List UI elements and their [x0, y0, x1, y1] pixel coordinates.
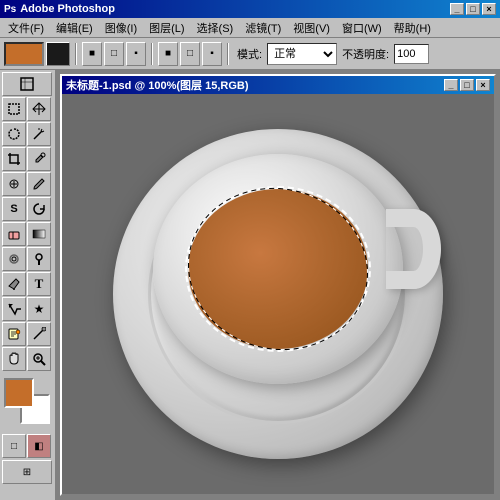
- tool-healing[interactable]: [2, 172, 26, 196]
- tool-measure[interactable]: [27, 322, 51, 346]
- doc-maximize-button[interactable]: □: [460, 79, 474, 91]
- mode-label: 模式:: [234, 46, 265, 62]
- toolbar-square6[interactable]: ▪: [202, 42, 222, 66]
- menu-filter[interactable]: 滤镜(T): [239, 18, 287, 38]
- tool-history-brush[interactable]: [27, 197, 51, 221]
- menu-help[interactable]: 帮助(H): [388, 18, 437, 38]
- toolbar-sep-1: [75, 43, 77, 65]
- tool-blur[interactable]: [2, 247, 26, 271]
- menu-layer[interactable]: 图层(L): [143, 18, 190, 38]
- menu-window[interactable]: 窗口(W): [336, 18, 388, 38]
- doc-close-button[interactable]: ×: [476, 79, 490, 91]
- tool-rectangular-marquee[interactable]: [2, 97, 26, 121]
- tool-gradient[interactable]: [27, 222, 51, 246]
- tool-row-mask: □ ◧: [2, 434, 53, 458]
- document-controls: _ □ ×: [444, 79, 490, 91]
- tool-move[interactable]: [27, 97, 51, 121]
- toolbar-square1[interactable]: ■: [82, 42, 102, 66]
- toolbar-square2[interactable]: □: [104, 42, 124, 66]
- tool-row-3: [2, 147, 53, 171]
- menu-image[interactable]: 图像(I): [99, 18, 143, 38]
- tool-screen-mode[interactable]: ⊞: [2, 460, 52, 484]
- tool-row-1: [2, 97, 53, 121]
- tool-row-options: [2, 72, 53, 96]
- tool-brush[interactable]: [27, 172, 51, 196]
- tool-custom-shape[interactable]: ★: [27, 297, 51, 321]
- tool-row-screen: ⊞: [2, 460, 53, 484]
- tool-standard-mode[interactable]: □: [2, 434, 26, 458]
- tool-path-selection[interactable]: [2, 297, 26, 321]
- tool-row-2: [2, 122, 53, 146]
- color-area: [2, 376, 52, 431]
- tool-row-10: [2, 322, 53, 346]
- tool-zoom[interactable]: [27, 347, 51, 371]
- tool-magic-wand[interactable]: [27, 122, 51, 146]
- tool-row-8: T: [2, 272, 53, 296]
- foreground-color-swatch[interactable]: [4, 378, 34, 408]
- tool-type[interactable]: T: [27, 272, 51, 296]
- toolbar-square5[interactable]: □: [180, 42, 200, 66]
- menu-edit[interactable]: 编辑(E): [50, 18, 99, 38]
- document-content: [62, 94, 494, 494]
- tool-row-5: S: [2, 197, 53, 221]
- canvas-area: 未标题-1.psd @ 100%(图层 15,RGB) _ □ ×: [56, 70, 500, 500]
- mode-select[interactable]: 正常 溶解 正片叠底: [267, 43, 337, 65]
- doc-minimize-button[interactable]: _: [444, 79, 458, 91]
- close-button[interactable]: ×: [482, 3, 496, 15]
- app-title: Adobe Photoshop: [20, 3, 115, 15]
- opacity-label: 不透明度:: [339, 46, 392, 62]
- tool-row-6: [2, 222, 53, 246]
- title-bar: Ps Adobe Photoshop _ □ ×: [0, 0, 500, 18]
- coffee-liquid: [188, 189, 368, 349]
- tool-notes[interactable]: [2, 322, 26, 346]
- tool-row-9: ★: [2, 297, 53, 321]
- canvas-viewport: [93, 99, 463, 489]
- toolbar-color2[interactable]: [46, 42, 70, 66]
- toolbar: ■ □ ▪ ■ □ ▪ 模式: 正常 溶解 正片叠底 不透明度:: [0, 38, 500, 70]
- tool-row-7: [2, 247, 53, 271]
- tool-pen[interactable]: [2, 272, 26, 296]
- document-title: 未标题-1.psd @ 100%(图层 15,RGB): [66, 77, 248, 93]
- tool-dodge[interactable]: [27, 247, 51, 271]
- minimize-button[interactable]: _: [450, 3, 464, 15]
- opacity-input[interactable]: [394, 44, 429, 64]
- menu-view[interactable]: 视图(V): [287, 18, 336, 38]
- tool-lasso[interactable]: [2, 122, 26, 146]
- maximize-button[interactable]: □: [466, 3, 480, 15]
- tool-clone-stamp[interactable]: S: [2, 197, 26, 221]
- toolbar-sep-2: [151, 43, 153, 65]
- tool-crop[interactable]: [2, 147, 26, 171]
- tool-hand[interactable]: [2, 347, 26, 371]
- document-titlebar: 未标题-1.psd @ 100%(图层 15,RGB) _ □ ×: [62, 76, 494, 94]
- menu-bar: 文件(F) 编辑(E) 图像(I) 图层(L) 选择(S) 滤镜(T) 视图(V…: [0, 18, 500, 38]
- tool-row-11: [2, 347, 53, 371]
- tool-eyedropper[interactable]: [27, 147, 51, 171]
- tool-row-4: [2, 172, 53, 196]
- menu-file[interactable]: 文件(F): [2, 18, 50, 38]
- toolbar-square3[interactable]: ▪: [126, 42, 146, 66]
- main-area: S: [0, 70, 500, 500]
- cup-handle: [386, 209, 441, 289]
- app-icon: Ps: [4, 4, 16, 15]
- tool-options-a[interactable]: [2, 72, 52, 96]
- tool-eraser[interactable]: [2, 222, 26, 246]
- toolbar-color1[interactable]: [4, 42, 44, 66]
- document-window: 未标题-1.psd @ 100%(图层 15,RGB) _ □ ×: [60, 74, 496, 496]
- tool-quick-mask[interactable]: ◧: [27, 434, 51, 458]
- toolbox: S: [0, 70, 56, 500]
- toolbar-square4[interactable]: ■: [158, 42, 178, 66]
- menu-select[interactable]: 选择(S): [191, 18, 240, 38]
- toolbar-sep-3: [227, 43, 229, 65]
